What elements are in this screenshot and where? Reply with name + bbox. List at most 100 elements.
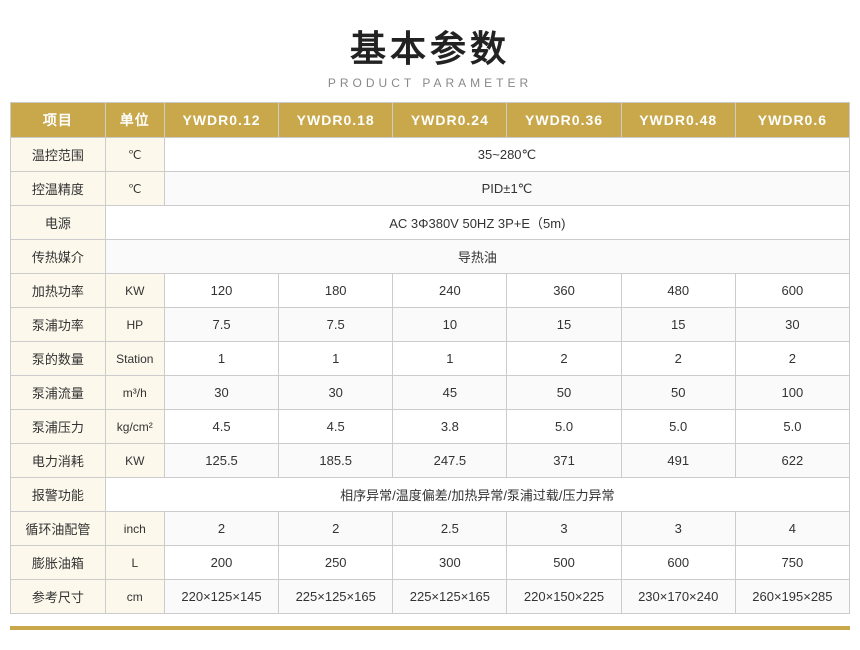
row-value: 371 — [507, 444, 621, 478]
row-unit: KW — [105, 274, 164, 308]
table-row: 电力消耗KW125.5185.5247.5371491622 — [11, 444, 850, 478]
row-value: 225×125×165 — [279, 580, 393, 614]
row-value-span: PID±1℃ — [164, 172, 849, 206]
row-label: 加热功率 — [11, 274, 106, 308]
row-unit: cm — [105, 580, 164, 614]
row-value: 2 — [507, 342, 621, 376]
row-unit: KW — [105, 444, 164, 478]
table-row: 温控范围℃35~280℃ — [11, 138, 850, 172]
row-value: 200 — [164, 546, 278, 580]
row-value: 1 — [279, 342, 393, 376]
row-value: 480 — [621, 274, 735, 308]
row-label: 控温精度 — [11, 172, 106, 206]
table-row: 膨胀油箱L200250300500600750 — [11, 546, 850, 580]
header-ywdr018: YWDR0.18 — [279, 103, 393, 138]
row-label: 泵浦功率 — [11, 308, 106, 342]
row-value: 491 — [621, 444, 735, 478]
row-value: 15 — [507, 308, 621, 342]
row-unit: m³/h — [105, 376, 164, 410]
title-section: 基本参数 PRODUCT PARAMETER — [10, 20, 850, 90]
row-unit: kg/cm² — [105, 410, 164, 444]
row-value: 500 — [507, 546, 621, 580]
row-value: 622 — [735, 444, 849, 478]
table-body: 温控范围℃35~280℃控温精度℃PID±1℃电源AC 3Φ380V 50HZ … — [11, 138, 850, 614]
row-value: 5.0 — [507, 410, 621, 444]
row-label: 泵浦压力 — [11, 410, 106, 444]
params-table: 项目 单位 YWDR0.12 YWDR0.18 YWDR0.24 YWDR0.3… — [10, 102, 850, 614]
table-row: 参考尺寸cm220×125×145225×125×165225×125×1652… — [11, 580, 850, 614]
row-unit: ℃ — [105, 172, 164, 206]
row-value: 3.8 — [393, 410, 507, 444]
row-value: 50 — [507, 376, 621, 410]
row-value: 30 — [735, 308, 849, 342]
row-unit: ℃ — [105, 138, 164, 172]
table-row: 循环油配管inch222.5334 — [11, 512, 850, 546]
row-label: 传热媒介 — [11, 240, 106, 274]
row-value: 220×150×225 — [507, 580, 621, 614]
row-value: 125.5 — [164, 444, 278, 478]
row-value: 240 — [393, 274, 507, 308]
row-value: 100 — [735, 376, 849, 410]
row-value: 2 — [621, 342, 735, 376]
row-value: 7.5 — [164, 308, 278, 342]
row-label: 报警功能 — [11, 478, 106, 512]
row-unit: inch — [105, 512, 164, 546]
row-unit: Station — [105, 342, 164, 376]
row-label: 膨胀油箱 — [11, 546, 106, 580]
row-value: 250 — [279, 546, 393, 580]
row-value: 2.5 — [393, 512, 507, 546]
row-value-span: 相序异常/温度偏差/加热异常/泵浦过载/压力异常 — [105, 478, 849, 512]
table-row: 加热功率KW120180240360480600 — [11, 274, 850, 308]
row-label: 循环油配管 — [11, 512, 106, 546]
bottom-bar — [10, 626, 850, 630]
row-value: 10 — [393, 308, 507, 342]
header-ywdr036: YWDR0.36 — [507, 103, 621, 138]
row-value: 2 — [279, 512, 393, 546]
row-label: 参考尺寸 — [11, 580, 106, 614]
row-value: 4.5 — [279, 410, 393, 444]
row-unit: L — [105, 546, 164, 580]
header-ywdr024: YWDR0.24 — [393, 103, 507, 138]
row-value: 230×170×240 — [621, 580, 735, 614]
row-value-span: 导热油 — [105, 240, 849, 274]
row-value: 30 — [279, 376, 393, 410]
row-value: 5.0 — [621, 410, 735, 444]
row-value: 50 — [621, 376, 735, 410]
table-row: 电源AC 3Φ380V 50HZ 3P+E（5m) — [11, 206, 850, 240]
table-row: 泵浦流量m³/h3030455050100 — [11, 376, 850, 410]
row-value: 180 — [279, 274, 393, 308]
header-ywdr048: YWDR0.48 — [621, 103, 735, 138]
sub-title: PRODUCT PARAMETER — [10, 76, 850, 90]
row-label: 电力消耗 — [11, 444, 106, 478]
row-value: 260×195×285 — [735, 580, 849, 614]
row-label: 温控范围 — [11, 138, 106, 172]
table-row: 控温精度℃PID±1℃ — [11, 172, 850, 206]
row-value: 300 — [393, 546, 507, 580]
row-value: 2 — [735, 342, 849, 376]
header-unit: 单位 — [105, 103, 164, 138]
row-value: 7.5 — [279, 308, 393, 342]
main-title: 基本参数 — [10, 20, 850, 72]
header-ywdr06: YWDR0.6 — [735, 103, 849, 138]
row-label: 泵浦流量 — [11, 376, 106, 410]
row-value-span: AC 3Φ380V 50HZ 3P+E（5m) — [105, 206, 849, 240]
table-row: 传热媒介导热油 — [11, 240, 850, 274]
row-value: 4.5 — [164, 410, 278, 444]
row-value: 600 — [621, 546, 735, 580]
row-value: 30 — [164, 376, 278, 410]
row-value: 220×125×145 — [164, 580, 278, 614]
row-value: 15 — [621, 308, 735, 342]
row-value: 5.0 — [735, 410, 849, 444]
table-row: 泵浦功率HP7.57.510151530 — [11, 308, 850, 342]
row-value: 750 — [735, 546, 849, 580]
row-value: 600 — [735, 274, 849, 308]
row-value: 247.5 — [393, 444, 507, 478]
row-value: 120 — [164, 274, 278, 308]
row-label: 泵的数量 — [11, 342, 106, 376]
row-value: 360 — [507, 274, 621, 308]
row-value: 1 — [164, 342, 278, 376]
row-value: 225×125×165 — [393, 580, 507, 614]
table-row: 泵浦压力kg/cm²4.54.53.85.05.05.0 — [11, 410, 850, 444]
row-value-span: 35~280℃ — [164, 138, 849, 172]
table-header-row: 项目 单位 YWDR0.12 YWDR0.18 YWDR0.24 YWDR0.3… — [11, 103, 850, 138]
